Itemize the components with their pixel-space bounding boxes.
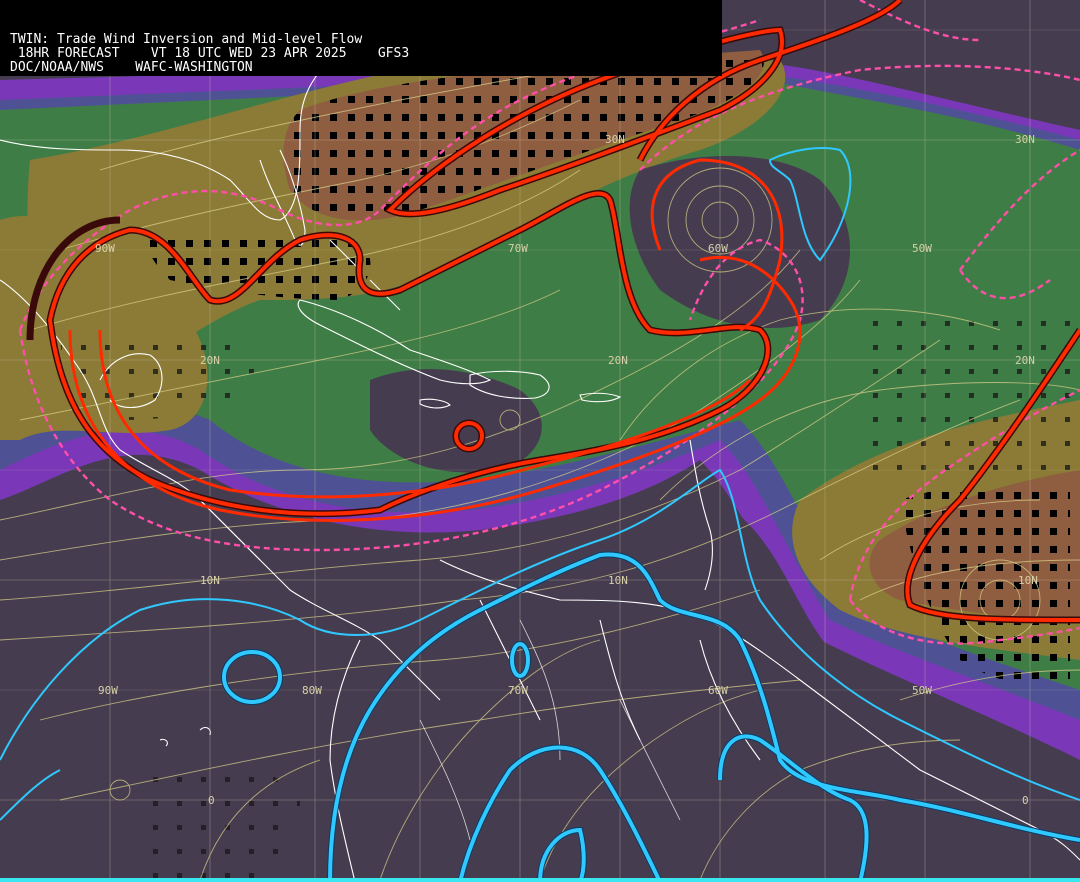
lon-label-60w-top: 60W — [708, 242, 728, 255]
weather-map: 30N 30N 90W 70W 60W 50W 20N 20N 20N 10N … — [0, 0, 1080, 882]
lat-label-20n-left: 20N — [200, 354, 220, 367]
bottom-border — [0, 878, 1080, 882]
issuing-agency: DOC/NOAA/NWS WAFC-WASHINGTON — [10, 60, 253, 75]
lon-label-70w-bottom: 70W — [508, 684, 528, 697]
forecast-valid-time: 18HR FORECAST VT 18 UTC WED 23 APR 2025 … — [10, 46, 410, 61]
lat-label-10n-mid: 10N — [608, 574, 628, 587]
lat-label-20n-mid: 20N — [608, 354, 628, 367]
lon-label-90w-bottom: 90W — [98, 684, 118, 697]
equator-label-left: 0 — [208, 794, 215, 807]
lon-label-90w-top: 90W — [95, 242, 115, 255]
map-header: TWIN: Trade Wind Inversion and Mid-level… — [0, 0, 722, 76]
lon-label-50w-top: 50W — [912, 242, 932, 255]
product-title: TWIN: Trade Wind Inversion and Mid-level… — [10, 32, 363, 47]
lat-label-10n-right: 10N — [1018, 574, 1038, 587]
lat-label-20n-right: 20N — [1015, 354, 1035, 367]
lat-label-10n-left: 10N — [200, 574, 220, 587]
lat-label-30n-mid: 30N — [605, 133, 625, 146]
stipple-south — [140, 766, 300, 882]
equator-label-right: 0 — [1022, 794, 1029, 807]
lon-label-50w-bottom: 50W — [912, 684, 932, 697]
lon-label-80w-bottom: 80W — [302, 684, 322, 697]
lon-label-60w-bottom: 60W — [708, 684, 728, 697]
lon-label-70w-top: 70W — [508, 242, 528, 255]
map-canvas: 30N 30N 90W 70W 60W 50W 20N 20N 20N 10N … — [0, 0, 1080, 882]
lat-label-30n-right: 30N — [1015, 133, 1035, 146]
